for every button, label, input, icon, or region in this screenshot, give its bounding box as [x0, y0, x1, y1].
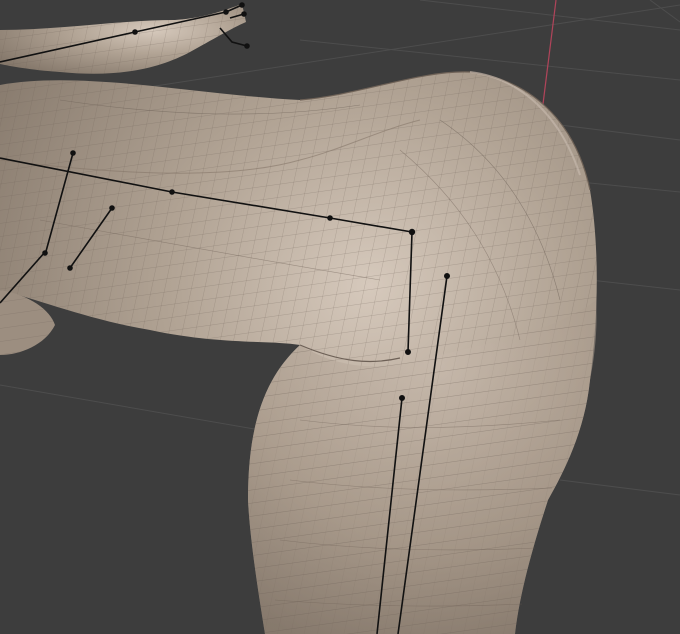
- joint[interactable]: [70, 150, 76, 156]
- joint[interactable]: [239, 2, 245, 8]
- joint[interactable]: [67, 265, 73, 271]
- joint[interactable]: [404, 348, 411, 355]
- y-axis-line: [540, 0, 557, 121]
- joint[interactable]: [169, 189, 175, 195]
- joint[interactable]: [408, 228, 416, 236]
- joint[interactable]: [132, 29, 138, 35]
- 3d-viewport[interactable]: [0, 0, 680, 634]
- joint[interactable]: [443, 272, 450, 279]
- arm-mesh[interactable]: [0, 4, 246, 74]
- joint[interactable]: [42, 250, 48, 256]
- joint[interactable]: [327, 215, 333, 221]
- joint[interactable]: [244, 43, 250, 49]
- joint[interactable]: [223, 9, 229, 15]
- joint[interactable]: [109, 205, 115, 211]
- body-mesh[interactable]: [0, 71, 597, 634]
- joint[interactable]: [241, 11, 247, 17]
- joint[interactable]: [398, 394, 405, 401]
- viewport-scene[interactable]: [0, 0, 680, 634]
